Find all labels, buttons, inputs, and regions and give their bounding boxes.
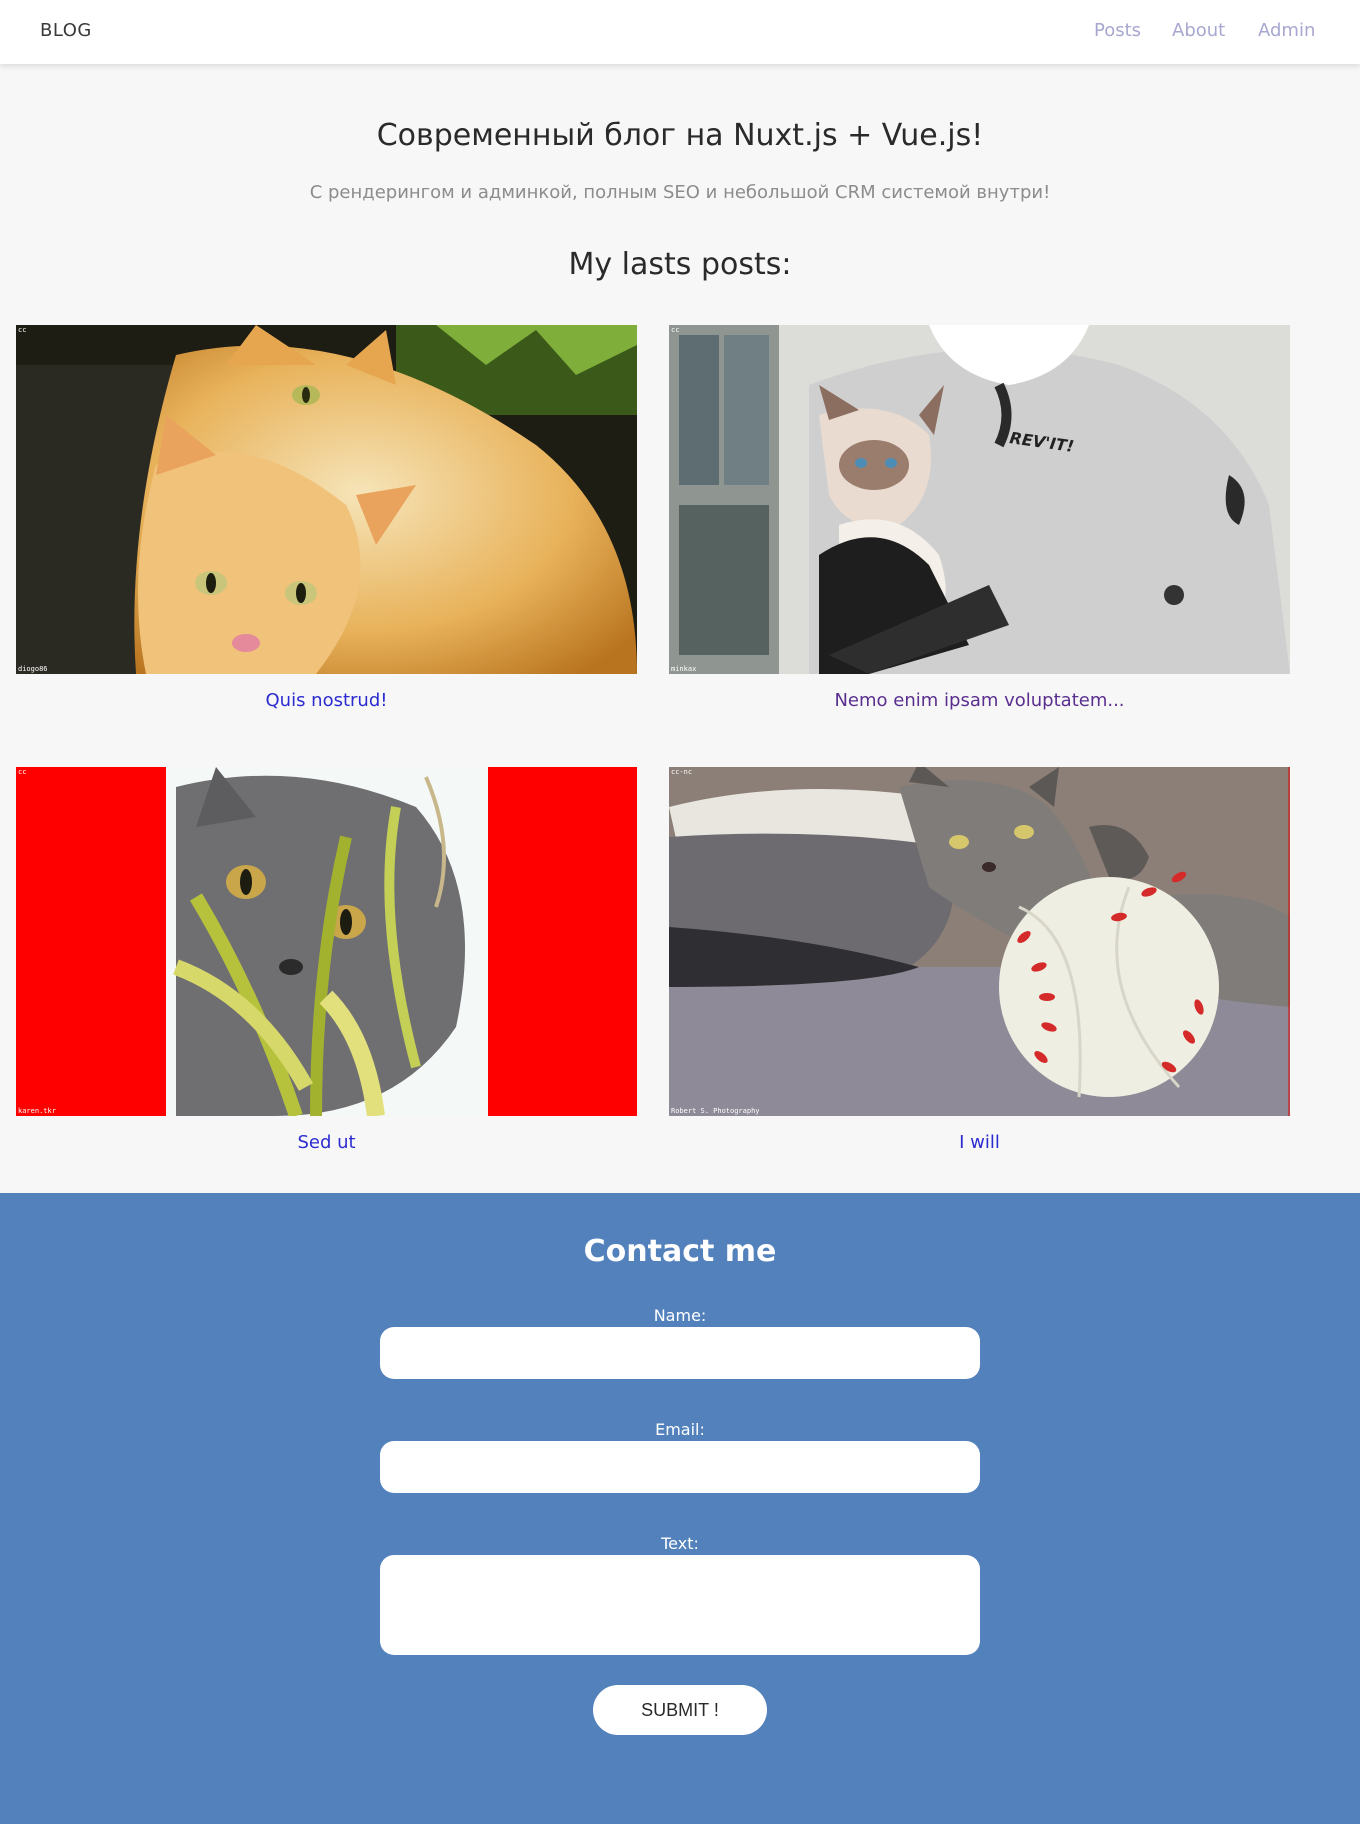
text-label: Text: (661, 1534, 699, 1553)
posts-heading: My lasts posts: (568, 247, 792, 282)
post-title-link[interactable]: Nemo enim ipsam voluptatem... (669, 690, 1290, 711)
email-input[interactable] (380, 1441, 980, 1493)
email-label: Email: (655, 1420, 705, 1439)
hero-subtitle: С рендерингом и админкой, полным SEO и н… (309, 182, 1051, 203)
post-card[interactable]: cc karen.tkr Sed ut (16, 767, 637, 1157)
contact-section: Contact me Name: Email: Text: SUBMIT ! (0, 1193, 1360, 1824)
post-title-link[interactable]: Sed ut (16, 1132, 637, 1153)
hero-title: Современный блог на Nuxt.js + Vue.js! (376, 118, 984, 153)
svg-text:cc: cc (671, 326, 679, 334)
svg-text:diogo86: diogo86 (18, 665, 48, 673)
post-image-cat-ball[interactable]: cc-nc Robert S. Photography (669, 767, 1290, 1116)
svg-text:minkax: minkax (671, 665, 696, 673)
post-title-link[interactable]: Quis nostrud! (16, 690, 637, 711)
submit-button[interactable]: SUBMIT ! (593, 1685, 767, 1735)
text-textarea[interactable] (380, 1555, 980, 1655)
photo-license: cc (18, 326, 26, 334)
name-input[interactable] (380, 1327, 980, 1379)
navbar: BLOG Posts About Admin (0, 0, 1360, 64)
post-title-link[interactable]: I will (669, 1132, 1290, 1153)
nav-link-admin[interactable]: Admin (1258, 20, 1315, 41)
name-label: Name: (653, 1306, 707, 1325)
post-image-kittens[interactable]: cc diogo86 (16, 325, 637, 674)
post-card[interactable]: cc-nc Robert S. Photography I will (669, 767, 1290, 1157)
brand-link[interactable]: BLOG (40, 20, 92, 41)
post-card[interactable]: REV'IT! cc minkax Nemo enim ipsam volupt… (669, 325, 1290, 715)
post-image-grey-cat[interactable]: cc karen.tkr (16, 767, 637, 1116)
svg-text:Robert S. Photography: Robert S. Photography (671, 1107, 760, 1115)
contact-title: Contact me (583, 1234, 777, 1269)
post-card[interactable]: cc diogo86 Quis nostrud! (16, 325, 637, 715)
nav-link-posts[interactable]: Posts (1094, 20, 1141, 41)
svg-text:cc-nc: cc-nc (671, 768, 692, 776)
svg-text:karen.tkr: karen.tkr (18, 1107, 56, 1115)
post-image-rider-kitten[interactable]: REV'IT! cc minkax (669, 325, 1290, 674)
nav-link-about[interactable]: About (1172, 20, 1225, 41)
svg-text:cc: cc (18, 768, 26, 776)
